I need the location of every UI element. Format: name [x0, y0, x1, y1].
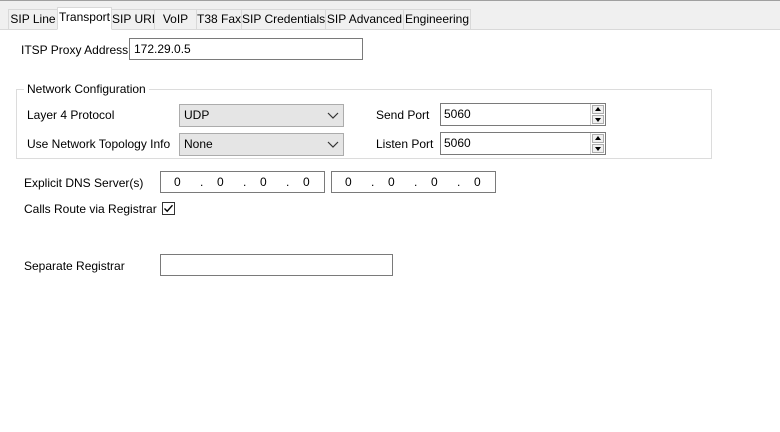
send-port-label: Send Port	[376, 108, 430, 122]
tab-label: SIP Line	[10, 12, 56, 26]
tab-transport[interactable]: Transport	[57, 7, 112, 30]
ip-octet: 0	[260, 175, 267, 189]
send-port-spinner[interactable]: 5060	[440, 103, 606, 126]
tab-sip-uri[interactable]: SIP URI	[111, 9, 155, 30]
ip-octet: 0	[345, 175, 352, 189]
tab-t38-fax[interactable]: T38 Fax	[196, 9, 242, 30]
separate-registrar-input[interactable]	[160, 254, 393, 276]
dns-server2-input[interactable]: 0 . 0 . 0 . 0	[331, 171, 496, 193]
transport-panel: ITSP Proxy Address 172.29.0.5 Network Co…	[0, 30, 780, 432]
ip-octet: 0	[303, 175, 310, 189]
ip-octet: 0	[217, 175, 224, 189]
ip-octet: 0	[174, 175, 181, 189]
spin-down-button[interactable]	[592, 115, 604, 124]
send-port-value: 5060	[444, 107, 471, 121]
ip-octet: 0	[431, 175, 438, 189]
tab-label: SIP Advanced	[326, 12, 403, 26]
tab-voip[interactable]: VoIP	[154, 9, 197, 30]
separate-registrar-label: Separate Registrar	[24, 259, 125, 273]
tab-label: T38 Fax	[197, 12, 242, 26]
itsp-proxy-input[interactable]: 172.29.0.5	[129, 38, 363, 60]
listen-port-spinner[interactable]: 5060	[440, 132, 606, 155]
tab-sip-line[interactable]: SIP Line	[8, 9, 58, 30]
network-config-title: Network Configuration	[24, 82, 149, 96]
tab-sip-credentials[interactable]: SIP Credentials	[241, 9, 326, 30]
listen-port-label: Listen Port	[376, 137, 434, 151]
tab-label: Transport	[59, 10, 110, 24]
spin-up-button[interactable]	[592, 105, 604, 114]
tab-label: SIP Credentials	[242, 12, 326, 26]
spinner-arrows	[590, 104, 605, 125]
listen-port-value: 5060	[444, 136, 471, 150]
layer4-value: UDP	[184, 108, 210, 122]
checkmark-icon	[164, 204, 174, 213]
ip-dot: .	[243, 175, 247, 189]
dns-server1-input[interactable]: 0 . 0 . 0 . 0	[160, 171, 325, 193]
ip-dot: .	[286, 175, 290, 189]
layer4-select[interactable]: UDP	[179, 104, 344, 127]
itsp-proxy-label: ITSP Proxy Address	[21, 43, 129, 57]
layer4-label: Layer 4 Protocol	[27, 108, 115, 122]
arrow-up-icon	[595, 107, 601, 111]
ip-dot: .	[371, 175, 375, 189]
topology-value: None	[184, 137, 213, 151]
tab-label: Engineering	[404, 12, 470, 26]
tab-label: SIP URI	[112, 12, 155, 26]
tab-bar: SIP Line Transport SIP URI VoIP T38 Fax …	[0, 0, 780, 30]
spin-up-button[interactable]	[592, 134, 604, 143]
dns-label: Explicit DNS Server(s)	[24, 176, 144, 190]
ip-dot: .	[414, 175, 418, 189]
ip-octet: 0	[388, 175, 395, 189]
ip-octet: 0	[474, 175, 481, 189]
calls-route-label: Calls Route via Registrar	[24, 202, 157, 216]
calls-route-checkbox[interactable]	[162, 202, 175, 215]
top-border	[0, 0, 780, 1]
chevron-down-icon	[327, 141, 339, 148]
tab-sip-advanced[interactable]: SIP Advanced	[325, 9, 404, 30]
ip-dot: .	[457, 175, 461, 189]
topology-select[interactable]: None	[179, 133, 344, 156]
tab-label: VoIP	[162, 12, 189, 26]
ip-dot: .	[200, 175, 204, 189]
spin-down-button[interactable]	[592, 144, 604, 153]
chevron-down-icon	[327, 112, 339, 119]
spinner-arrows	[590, 133, 605, 154]
arrow-down-icon	[595, 147, 601, 151]
arrow-up-icon	[595, 136, 601, 140]
arrow-down-icon	[595, 118, 601, 122]
topology-label: Use Network Topology Info	[27, 137, 171, 151]
tab-engineering[interactable]: Engineering	[403, 9, 471, 30]
